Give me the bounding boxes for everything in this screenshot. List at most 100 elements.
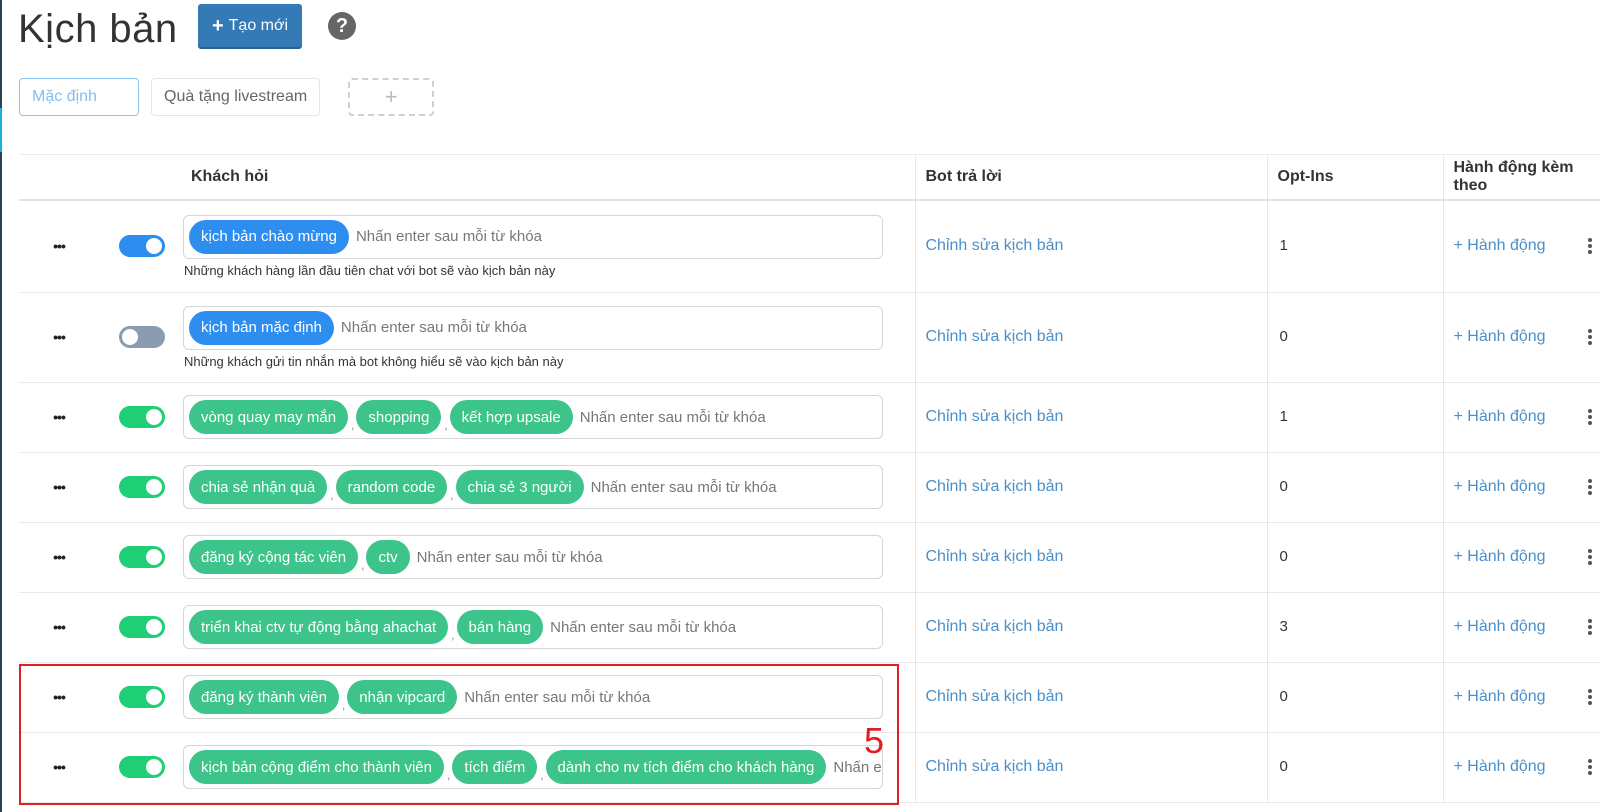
keyword-tag[interactable]: đăng ký cộng tác viên xyxy=(189,540,359,574)
enable-toggle[interactable] xyxy=(119,546,165,568)
more-options-icon[interactable] xyxy=(1588,689,1592,705)
row-menu-icon[interactable]: ••• xyxy=(19,759,99,775)
edit-scenario-link[interactable]: Chỉnh sửa kịch bản xyxy=(916,478,1064,495)
keyword-input-placeholder[interactable]: Nhấn enter sau mỗi từ khóa xyxy=(550,619,736,636)
keyword-note: Những khách hàng lần đầu tiên chat với b… xyxy=(184,262,556,278)
table-row: ••• chia sẻ nhận quà, random code, chia sẻ … xyxy=(19,452,1600,523)
table-row: ••• kịch bản cộng điểm cho thành viên, tíc… xyxy=(19,732,1600,803)
keyword-input-box[interactable]: kịch bản chào mừng Nhấn enter sau mỗi từ … xyxy=(183,214,883,259)
add-action-link[interactable]: + Hành động xyxy=(1444,237,1546,254)
tag-separator: , xyxy=(361,558,365,572)
keyword-tag[interactable]: tích điểm xyxy=(452,750,538,784)
keyword-input-placeholder[interactable]: Nhấn enter sau mỗi từ khóa xyxy=(356,228,542,245)
scenario-table: Khách hỏi Bot trả lời Opt-Ins Hành động … xyxy=(19,154,1600,803)
more-options-icon[interactable] xyxy=(1588,238,1592,255)
edit-scenario-link[interactable]: Chỉnh sửa kịch bản xyxy=(916,548,1064,565)
edit-scenario-link[interactable]: Chỉnh sửa kịch bản xyxy=(916,688,1064,705)
row-menu-icon[interactable]: ••• xyxy=(19,549,99,565)
keyword-tag[interactable]: kết hợp upsale xyxy=(449,400,573,434)
add-action-link[interactable]: + Hành động xyxy=(1444,618,1546,635)
enable-toggle[interactable] xyxy=(119,326,165,348)
enable-toggle[interactable] xyxy=(119,756,165,778)
add-action-link[interactable]: + Hành động xyxy=(1444,758,1546,775)
keyword-tag[interactable]: kịch bản mặc định xyxy=(189,310,334,345)
keyword-tag[interactable]: vòng quay may mắn xyxy=(189,400,349,434)
row-menu-icon[interactable]: ••• xyxy=(19,479,99,495)
keyword-tag[interactable]: ctv xyxy=(366,540,410,574)
keyword-tag[interactable]: random code xyxy=(335,470,448,504)
keyword-input-box[interactable]: kịch bản mặc định Nhấn enter sau mỗi từ k… xyxy=(183,305,883,350)
tag-separator: , xyxy=(446,768,451,782)
keyword-tag[interactable]: đăng ký thành viên xyxy=(189,680,339,714)
keyword-tag[interactable]: chia sẻ 3 người xyxy=(455,470,584,504)
toggle-knob xyxy=(146,479,162,495)
edit-scenario-link[interactable]: Chỉnh sửa kịch bản xyxy=(916,328,1064,345)
tag-separator: , xyxy=(351,418,355,432)
optins-count: 0 xyxy=(1279,478,1288,495)
edit-scenario-link[interactable]: Chỉnh sửa kịch bản xyxy=(916,618,1064,635)
add-action-link[interactable]: + Hành động xyxy=(1444,478,1546,495)
add-action-link[interactable]: + Hành động xyxy=(1444,408,1546,425)
enable-toggle[interactable] xyxy=(119,616,165,638)
edit-scenario-link[interactable]: Chỉnh sửa kịch bản xyxy=(916,237,1064,254)
keyword-input-placeholder[interactable]: Nhấn enter sau mỗi từ khóa xyxy=(580,409,766,426)
more-options-icon[interactable] xyxy=(1588,549,1592,565)
keyword-tag[interactable]: kịch bản chào mừng xyxy=(189,219,349,254)
keyword-input-box[interactable]: chia sẻ nhận quà, random code, chia sẻ 3 n… xyxy=(183,465,883,509)
enable-toggle[interactable] xyxy=(119,406,165,428)
table-row: ••• kịch bản mặc định Nhấn enter sau mỗi t… xyxy=(19,292,1600,383)
row-menu-icon[interactable]: ••• xyxy=(19,619,99,635)
toggle-knob xyxy=(146,409,162,425)
keyword-tag[interactable]: dành cho nv tích điểm cho khách hàng xyxy=(545,750,827,784)
tag-separator: , xyxy=(341,698,346,712)
more-options-icon[interactable] xyxy=(1588,619,1592,635)
keyword-input-placeholder[interactable]: Nhấn enter sau mỗi từ khóa xyxy=(464,689,650,706)
row-menu-icon[interactable]: ••• xyxy=(19,689,99,705)
row-menu-icon[interactable]: ••• xyxy=(19,329,99,345)
toggle-knob xyxy=(146,238,162,255)
keyword-input-box[interactable]: triển khai ctv tự động bằng ahachat, bán … xyxy=(183,605,883,649)
tag-separator: , xyxy=(450,488,454,502)
keyword-tag[interactable]: chia sẻ nhận quà xyxy=(189,470,328,504)
page-title: Kịch bản xyxy=(18,6,178,51)
window-left-accent xyxy=(0,108,2,152)
create-new-button[interactable]: + Tạo mới xyxy=(198,4,302,47)
keyword-tag[interactable]: kịch bản cộng điểm cho thành viên xyxy=(189,750,444,784)
enable-toggle[interactable] xyxy=(119,686,165,708)
keyword-tag[interactable]: triển khai ctv tự động bằng ahachat xyxy=(189,610,449,644)
keyword-input-box[interactable]: đăng ký thành viên, nhận vipcard Nhấn ente… xyxy=(183,675,883,719)
table-row: ••• kịch bản chào mừng Nhấn enter sau mỗi … xyxy=(19,200,1600,293)
more-options-icon[interactable] xyxy=(1588,759,1592,775)
keyword-input-placeholder[interactable]: Nhấn enter sau mỗi từ khóa xyxy=(591,479,777,496)
header-actions: Hành động kèm theo xyxy=(1442,154,1600,201)
row-menu-icon[interactable]: ••• xyxy=(19,409,99,425)
more-options-icon[interactable] xyxy=(1588,409,1592,425)
toggle-knob xyxy=(146,689,162,705)
more-options-icon[interactable] xyxy=(1588,329,1592,345)
enable-toggle[interactable] xyxy=(119,235,165,258)
add-action-link[interactable]: + Hành động xyxy=(1444,328,1546,345)
help-icon[interactable]: ? xyxy=(328,12,356,40)
keyword-tag[interactable]: shopping xyxy=(356,400,442,434)
keyword-tag[interactable]: bán hàng xyxy=(456,610,544,644)
edit-scenario-link[interactable]: Chỉnh sửa kịch bản xyxy=(916,758,1064,775)
add-tab-button[interactable]: + xyxy=(348,78,435,116)
tab-default[interactable]: Mặc định xyxy=(19,78,139,116)
keyword-input-placeholder[interactable]: Nhấn enter sau mỗi từ khóa xyxy=(341,319,527,336)
table-row: ••• vòng quay may mắn, shopping, kết hợp up… xyxy=(19,382,1600,453)
keyword-tag[interactable]: nhận vipcard xyxy=(347,680,458,714)
keyword-input-box[interactable]: kịch bản cộng điểm cho thành viên, tích đ… xyxy=(183,745,883,789)
enable-toggle[interactable] xyxy=(119,476,165,498)
keyword-input-box[interactable]: đăng ký cộng tác viên, ctv Nhấn enter sau … xyxy=(183,535,883,579)
keyword-input-box[interactable]: vòng quay may mắn, shopping, kết hợp upsal… xyxy=(183,395,883,439)
tab-livestream-gift[interactable]: Quà tặng livestream xyxy=(151,78,321,116)
edit-scenario-link[interactable]: Chỉnh sửa kịch bản xyxy=(916,408,1064,425)
plus-icon: + xyxy=(211,14,224,37)
more-options-icon[interactable] xyxy=(1588,479,1592,495)
optins-count: 0 xyxy=(1279,688,1288,705)
table-body: ••• kịch bản chào mừng Nhấn enter sau mỗi … xyxy=(19,200,1600,803)
keyword-input-placeholder[interactable]: Nhấn enter sau mỗi từ khóa xyxy=(417,549,603,566)
row-menu-icon[interactable]: ••• xyxy=(19,238,99,254)
add-action-link[interactable]: + Hành động xyxy=(1444,548,1546,565)
add-action-link[interactable]: + Hành động xyxy=(1444,688,1546,705)
